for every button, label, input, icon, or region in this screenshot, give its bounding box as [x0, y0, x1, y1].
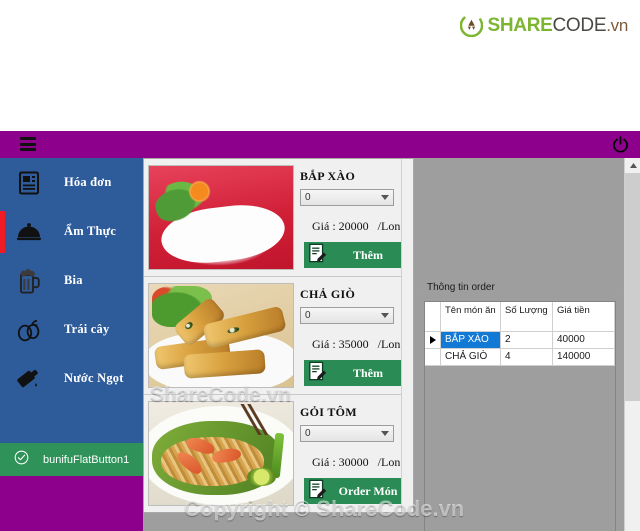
row-item-name: CHẢ GIÒ — [441, 349, 501, 366]
price-text: Giá : 35000 — [312, 337, 369, 351]
sidebar-item-label: Nước Ngọt — [64, 371, 124, 385]
fruit-icon — [14, 315, 44, 345]
logo-code-text: CODE — [552, 14, 607, 36]
scrollbar-thumb[interactable] — [625, 173, 640, 401]
menu-item-info: GỎI TÔM 0 Giá : 30000 /Lon Order Món — [294, 395, 413, 512]
grid-header-name: Tên món ăn — [441, 302, 501, 332]
price-text: Giá : 30000 — [312, 455, 369, 469]
order-info-title: Thông tin order — [424, 282, 498, 293]
quantity-value: 0 — [305, 428, 311, 439]
row-selector[interactable] — [425, 349, 441, 366]
row-item-price: 140000 — [553, 349, 615, 366]
app-titlebar — [0, 131, 640, 158]
check-circle-icon — [14, 450, 29, 470]
add-item-button[interactable]: Thêm — [304, 360, 408, 386]
add-item-button-label: Thêm — [353, 247, 383, 262]
sidebar-item-trai-cay[interactable]: Trái cây — [0, 305, 143, 354]
quantity-value: 0 — [305, 192, 311, 203]
row-item-qty: 2 — [501, 332, 553, 349]
menu-item-info: CHẢ GIÒ 0 Giá : 35000 /Lon Thêm — [294, 277, 413, 394]
sidebar-item-label: Hóa đơn — [64, 175, 112, 189]
quantity-select[interactable]: 0 — [300, 307, 394, 324]
chevron-down-icon — [381, 195, 389, 200]
food-menu-panel: BẮP XÀO 0 Giá : 20000 /Lon Thêm CHẢ GIÒ … — [143, 158, 414, 513]
menu-panel-scrollbar[interactable] — [401, 159, 413, 512]
quantity-select[interactable]: 0 — [300, 425, 394, 442]
bunifu-flat-button-label: bunifuFlatButton1 — [43, 453, 130, 466]
grid-header-qty: Số Lượng — [501, 302, 553, 332]
grid-empty-area — [425, 366, 615, 518]
sidebar-item-am-thuc[interactable]: Ẩm Thực — [0, 207, 143, 256]
logo-tld-text: .vn — [606, 15, 628, 35]
order-items-grid: Tên món ăn Số Lượng Giá tiền BẮP XÀO 2 4… — [424, 301, 616, 531]
sidebar-item-nuoc-ngot[interactable]: Nước Ngọt — [0, 354, 143, 403]
row-item-qty: 4 — [501, 349, 553, 366]
sidebar-item-hoa-don[interactable]: Hóa đơn — [0, 158, 143, 207]
add-item-button-label: Thêm — [353, 365, 383, 380]
row-selector[interactable] — [425, 332, 441, 349]
chevron-down-icon — [381, 313, 389, 318]
menu-item-price: Giá : 35000 /Lon — [300, 337, 413, 352]
edit-note-icon — [308, 361, 328, 386]
page-header-band: SHARECODE.vn — [0, 0, 640, 131]
sidebar-item-label: Ẩm Thực — [64, 224, 117, 238]
row-arrow-icon — [430, 336, 436, 344]
menu-item-row: CHẢ GIÒ 0 Giá : 35000 /Lon Thêm — [144, 277, 413, 395]
edit-note-icon — [308, 479, 328, 504]
window-scrollbar[interactable] — [624, 158, 640, 531]
sidebar-item-bia[interactable]: Bia — [0, 256, 143, 305]
corn-stirfry-photo — [148, 165, 294, 270]
row-item-price: 40000 — [553, 332, 615, 349]
quantity-value: 0 — [305, 310, 311, 321]
order-item-button[interactable]: Order Món — [304, 478, 408, 504]
sidebar-item-label: Bia — [64, 273, 83, 287]
shrimp-salad-photo — [148, 401, 294, 506]
scroll-up-icon[interactable] — [625, 158, 640, 173]
quantity-select[interactable]: 0 — [300, 189, 394, 206]
price-text: Giá : 20000 — [312, 219, 369, 233]
sidebar-nav: Hóa đơn Ẩm Thực Bia Trái cây Nước Ngọt — [0, 158, 143, 443]
table-row[interactable]: BẮP XÀO 2 40000 — [425, 332, 615, 349]
grid-header-marker — [425, 302, 441, 332]
food-cover-icon — [14, 217, 44, 247]
edit-note-icon — [308, 243, 328, 268]
menu-item-price: Giá : 20000 /Lon — [300, 219, 413, 234]
spring-rolls-photo — [148, 283, 294, 388]
power-icon[interactable] — [611, 135, 630, 154]
table-row[interactable]: CHẢ GIÒ 4 140000 — [425, 349, 615, 366]
logo-share-text: SHARE — [487, 14, 553, 36]
sidebar-item-label: Trái cây — [64, 322, 110, 336]
hamburger-menu-icon[interactable] — [20, 137, 36, 151]
grid-header-price: Giá tiền — [553, 302, 615, 332]
menu-item-name: BẮP XÀO — [300, 169, 356, 183]
menu-item-name: CHẢ GIÒ — [300, 287, 356, 301]
chevron-down-icon — [381, 431, 389, 436]
menu-item-info: BẮP XÀO 0 Giá : 20000 /Lon Thêm — [294, 159, 413, 276]
menu-item-row: GỎI TÔM 0 Giá : 30000 /Lon Order Món — [144, 395, 413, 512]
soda-icon — [14, 364, 44, 394]
menu-item-name: GỎI TÔM — [300, 405, 357, 419]
order-item-button-label: Order Món — [338, 483, 398, 498]
beer-mug-icon — [14, 266, 44, 296]
logo-wordmark: SHARECODE.vn — [488, 15, 629, 37]
add-item-button[interactable]: Thêm — [304, 242, 408, 268]
order-grid-header: Tên món ăn Số Lượng Giá tiền — [425, 302, 615, 332]
sharecode-logo: SHARECODE.vn — [459, 13, 629, 38]
row-item-name: BẮP XÀO — [441, 332, 501, 349]
sidebar-bottom-filler — [0, 476, 143, 531]
sharecode-logo-icon — [459, 13, 483, 38]
menu-item-price: Giá : 30000 /Lon — [300, 455, 413, 470]
scrollbar-track[interactable] — [625, 401, 640, 531]
invoice-icon — [14, 168, 44, 198]
menu-item-row: BẮP XÀO 0 Giá : 20000 /Lon Thêm — [144, 159, 413, 277]
bunifu-flat-button[interactable]: bunifuFlatButton1 — [0, 443, 143, 476]
price-unit: /Lon — [377, 337, 401, 351]
price-unit: /Lon — [377, 219, 401, 233]
price-unit: /Lon — [377, 455, 401, 469]
application-window: Hóa đơn Ẩm Thực Bia Trái cây Nước Ngọt b… — [0, 131, 640, 531]
